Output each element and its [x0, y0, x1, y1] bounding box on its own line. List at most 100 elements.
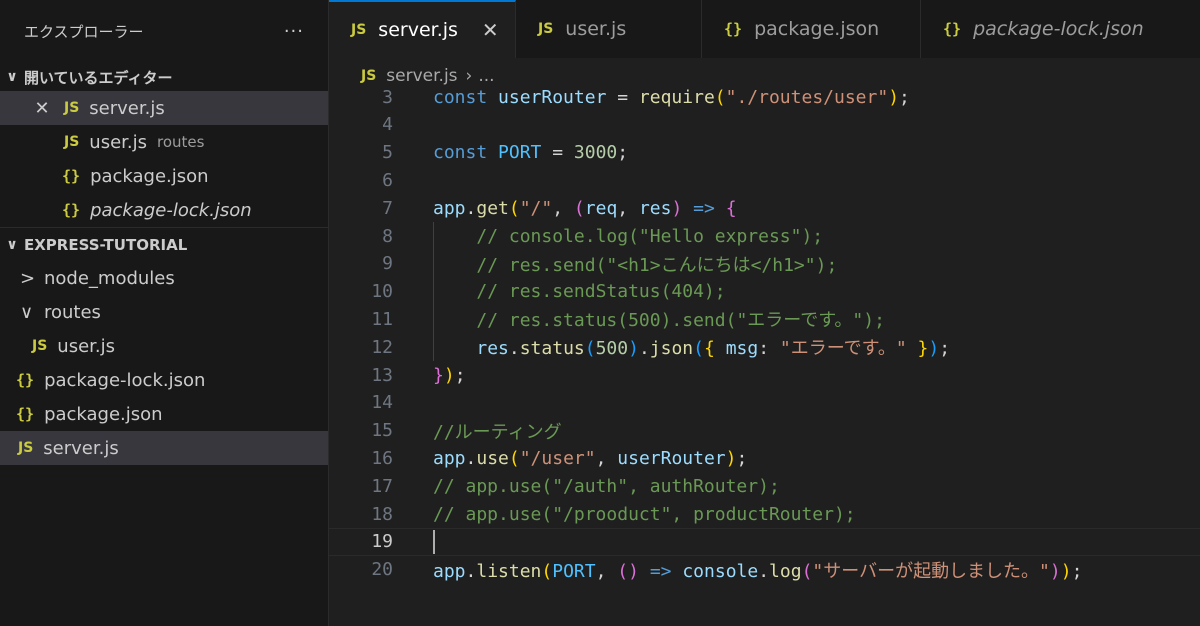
json-file-icon: {} [943, 20, 962, 38]
code-token: . [465, 197, 477, 219]
code-text: }); [433, 365, 466, 386]
code-token: ; [736, 447, 748, 469]
code-line[interactable]: 13}); [329, 361, 1200, 389]
code-token: } [906, 338, 929, 360]
code-token: ) [628, 338, 639, 360]
project-title: EXPRESS-TUTORIAL [24, 236, 188, 254]
code-editor[interactable]: 3 const userRouter = require("./routes/us… [329, 84, 1200, 626]
code-token: msg [725, 338, 759, 360]
tree-item-user-js[interactable]: JS user.js [0, 329, 328, 363]
tab-bar: JS server.js ✕ JS user.js {} package.jso… [329, 0, 1200, 58]
code-line[interactable]: 15 //ルーティング [329, 417, 1200, 445]
code-token: , [595, 560, 618, 582]
js-file-icon: JS [351, 22, 367, 38]
close-icon[interactable]: ✕ [482, 18, 499, 42]
code-token: ) [443, 364, 455, 386]
code-token: const [433, 142, 499, 164]
close-icon[interactable]: ✕ [30, 98, 54, 119]
tree-item-node-modules[interactable]: > node_modules [0, 261, 328, 295]
code-token: ) [671, 197, 683, 219]
code-text: //ルーティング [433, 418, 562, 444]
open-editor-label: package.json [90, 165, 209, 187]
code-line[interactable]: 11 // res.status(500).send("エラーです。"); [329, 305, 1200, 333]
code-token: "/" [519, 197, 553, 219]
tab-package-lock-json[interactable]: {} package-lock.json [921, 0, 1200, 58]
code-token: { [725, 197, 737, 219]
js-file-icon: JS [32, 338, 48, 354]
code-line[interactable]: 8 // console.log("Hello express"); [329, 222, 1200, 250]
tree-item-routes[interactable]: ∨ routes [0, 295, 328, 329]
json-file-icon: {} [62, 201, 81, 219]
code-token: ; [454, 364, 466, 386]
code-token: // console.log("Hello express"); [476, 225, 824, 247]
code-token: ) [725, 447, 737, 469]
code-text: app.listen(PORT, () => console.log("サーバー… [433, 557, 1082, 583]
tree-item-package-json[interactable]: {} package.json [0, 397, 328, 431]
code-token: = [541, 142, 574, 164]
open-editor-item-server-js[interactable]: ✕ JS server.js [0, 91, 328, 125]
code-line[interactable]: 20 app.listen(PORT, () => console.log("サー… [329, 556, 1200, 584]
code-token: . [465, 447, 477, 469]
line-number: 16 [371, 447, 393, 469]
breadcrumb-file[interactable]: server.js [386, 66, 457, 86]
code-token: => [649, 560, 672, 582]
code-line[interactable]: 18 // app.use("/prooduct", productRouter)… [329, 500, 1200, 528]
json-file-icon: {} [724, 20, 743, 38]
code-line[interactable]: 17 // app.use("/auth", authRouter); [329, 472, 1200, 500]
code-token: app [433, 560, 466, 582]
open-editors-section[interactable]: ∨ 開いているエディター [0, 63, 328, 91]
code-line[interactable]: 5 const PORT = 3000; [329, 139, 1200, 167]
code-line[interactable]: 16 app.use("/user", userRouter); [329, 444, 1200, 472]
code-token: res [476, 338, 509, 360]
code-token: ( [508, 197, 520, 219]
tab-user-js[interactable]: JS user.js [516, 0, 702, 58]
code-token: "./routes/user" [725, 86, 889, 108]
code-text: // app.use("/auth", authRouter); [433, 476, 780, 497]
code-line[interactable]: 14 [329, 389, 1200, 417]
text-cursor [433, 529, 435, 554]
open-editor-folder-hint: routes [157, 133, 205, 151]
line-number: 10 [371, 281, 393, 303]
code-token: "/user" [519, 447, 596, 469]
code-token: get [476, 197, 509, 219]
code-token: ) [1049, 560, 1061, 582]
code-token: . [465, 560, 477, 582]
code-line[interactable]: 6 [329, 166, 1200, 194]
code-token: ) [1060, 560, 1072, 582]
open-editor-item-user-js[interactable]: JS user.js routes [0, 125, 328, 159]
more-actions-icon[interactable]: ··· [284, 21, 304, 42]
line-number: 11 [371, 308, 393, 330]
code-token: status [519, 338, 585, 360]
code-token: req [584, 197, 618, 219]
tree-item-package-lock-json[interactable]: {} package-lock.json [0, 363, 328, 397]
line-number: 7 [382, 197, 393, 219]
line-number: 17 [371, 475, 393, 497]
code-line[interactable]: 4 [329, 111, 1200, 139]
breadcrumb-symbol[interactable]: ... [478, 66, 494, 86]
code-token: ) [928, 338, 940, 360]
tab-package-json[interactable]: {} package.json [702, 0, 921, 58]
editor-area: JS server.js ✕ JS user.js {} package.jso… [329, 0, 1200, 626]
code-text [433, 529, 435, 554]
code-line[interactable]: 9 // res.send("<h1>こんにちは</h1>"); [329, 250, 1200, 278]
js-file-icon: JS [64, 100, 80, 116]
code-token: // app.use("/auth", authRouter); [433, 475, 780, 497]
explorer-header: エクスプローラー ··· [0, 0, 328, 62]
line-number: 14 [371, 392, 393, 414]
code-line[interactable]: 12 res.status(500).json({ msg: "エラーです。" … [329, 333, 1200, 361]
code-token: ( [508, 447, 520, 469]
code-line[interactable]: 19 [329, 528, 1200, 556]
code-line[interactable]: 3 const userRouter = require("./routes/us… [329, 84, 1200, 111]
project-section[interactable]: ∨ EXPRESS-TUTORIAL [0, 229, 328, 261]
tab-server-js[interactable]: JS server.js ✕ [329, 0, 516, 58]
tree-item-server-js[interactable]: JS server.js [0, 431, 328, 465]
open-editor-item-package-lock-json[interactable]: {} package-lock.json [0, 193, 328, 227]
code-line[interactable]: 10 // res.sendStatus(404); [329, 278, 1200, 306]
code-token: 3000 [573, 142, 618, 164]
line-number: 5 [382, 142, 393, 164]
code-text: const userRouter = require("./routes/use… [433, 87, 910, 108]
open-editor-item-package-json[interactable]: {} package.json [0, 159, 328, 193]
code-token: . [508, 338, 520, 360]
code-token: listen [476, 560, 542, 582]
code-line[interactable]: 7 app.get("/", (req, res) => { [329, 194, 1200, 222]
